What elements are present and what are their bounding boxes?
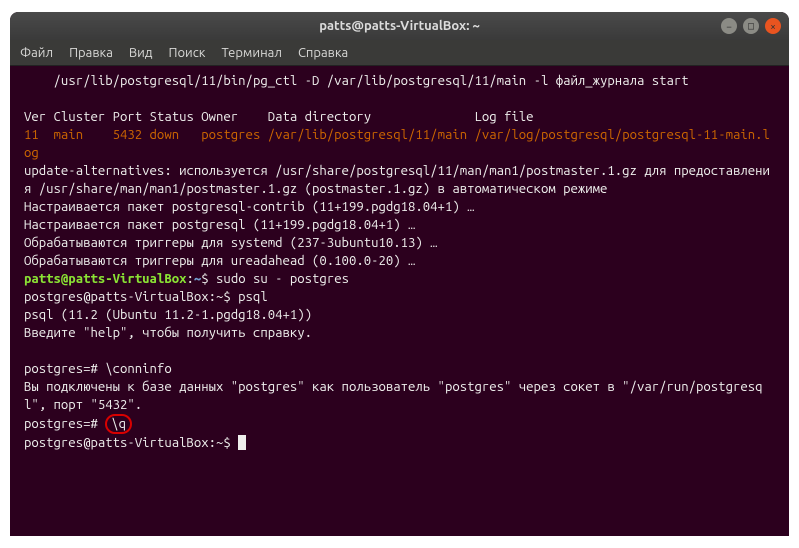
- output-line: psql (11.2 (Ubuntu 11.2-1.pgdg18.04+1)): [24, 308, 312, 322]
- output-line: Введите "help", чтобы получить справку.: [24, 326, 312, 340]
- output-line: Обрабатываются триггеры для systemd (237…: [24, 236, 438, 250]
- status-down: down: [150, 128, 180, 142]
- shell-prompt: postgres@patts-VirtualBox:~$: [24, 436, 238, 450]
- menu-view[interactable]: Вид: [129, 46, 153, 60]
- psql-prompt: postgres=#: [24, 417, 105, 431]
- terminal-window: patts@patts-VirtualBox: ~ − □ × Файл Пра…: [10, 12, 789, 536]
- output-line: Вы подключены к базе данных "postgres" к…: [24, 380, 763, 412]
- prompt-dollar: $: [201, 272, 216, 286]
- output-line: 11 main 5432: [24, 128, 150, 142]
- output-line: Настраивается пакет postgresql-contrib (…: [24, 200, 474, 214]
- menu-file[interactable]: Файл: [20, 46, 53, 60]
- output-line: Обрабатываются триггеры для ureadahead (…: [24, 254, 415, 268]
- titlebar[interactable]: patts@patts-VirtualBox: ~ − □ ×: [10, 12, 789, 40]
- menu-terminal[interactable]: Терминал: [221, 46, 281, 60]
- command-text: sudo su - postgres: [216, 272, 349, 286]
- terminal-content[interactable]: /usr/lib/postgresql/11/bin/pg_ctl -D /va…: [10, 66, 789, 536]
- output-line: /usr/lib/postgresql/11/bin/pg_ctl -D /va…: [24, 74, 689, 88]
- window-title: patts@patts-VirtualBox: ~: [319, 19, 480, 33]
- menu-help[interactable]: Справка: [298, 46, 348, 60]
- close-button[interactable]: ×: [765, 18, 781, 34]
- cursor: [238, 435, 246, 450]
- prompt-sep: :: [186, 272, 193, 286]
- output-line: Ver Cluster Port Status Owner Data direc…: [24, 110, 534, 124]
- output-line: update-alternatives: используется /usr/s…: [24, 164, 770, 196]
- menubar: Файл Правка Вид Поиск Терминал Справка: [10, 40, 789, 66]
- output-line: postgres@patts-VirtualBox:~$ psql: [24, 290, 268, 304]
- window-controls: − □ ×: [721, 18, 781, 34]
- menu-edit[interactable]: Правка: [69, 46, 113, 60]
- menu-search[interactable]: Поиск: [168, 46, 205, 60]
- output-line: Настраивается пакет postgresql (11+199.p…: [24, 218, 415, 232]
- maximize-button[interactable]: □: [743, 18, 759, 34]
- psql-prompt-line: postgres=# \conninfo: [24, 362, 172, 376]
- highlighted-command: \q: [105, 414, 132, 434]
- minimize-button[interactable]: −: [721, 18, 737, 34]
- prompt-user: patts@patts-VirtualBox: [24, 272, 186, 286]
